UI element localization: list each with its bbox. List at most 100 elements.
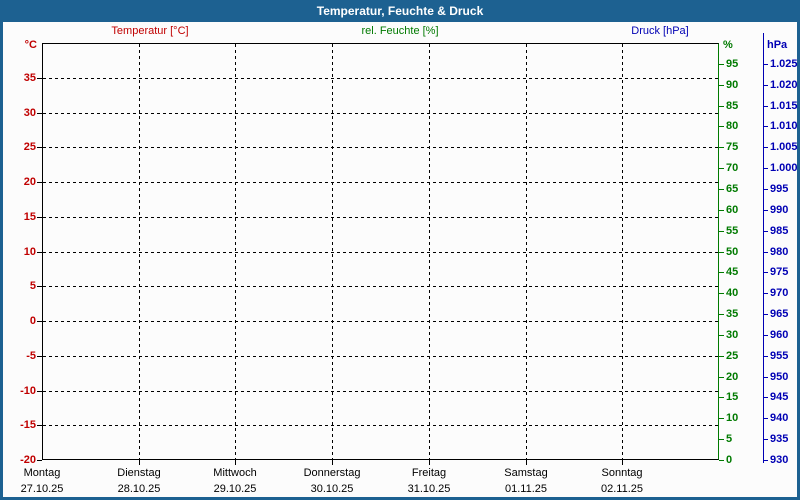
temperature-tick-label: 30: [23, 107, 36, 119]
pressure-tick-label: 1.000: [770, 162, 798, 174]
day-date-label: 01.11.25: [504, 483, 547, 495]
pressure-tick-label: 990: [770, 204, 789, 216]
day-date-label: 28.10.25: [117, 483, 161, 495]
pressure-tick-label: 970: [770, 287, 789, 299]
pressure-tick-label: 1.025: [770, 58, 798, 70]
temperature-tick-label: 0: [29, 315, 36, 327]
temperature-tick-label: -20: [20, 454, 36, 466]
temperature-tick-label: 25: [23, 141, 36, 153]
grid-vline: [235, 44, 236, 459]
day-boundary-tick: [332, 460, 333, 465]
humidity-tick-label: 35: [726, 308, 739, 320]
pressure-tick-mark: [764, 397, 768, 398]
humidity-tick-label: 55: [726, 225, 739, 237]
temperature-tick-label: 15: [23, 211, 36, 223]
pressure-tick-mark: [764, 314, 768, 315]
humidity-tick-label: 45: [726, 266, 739, 278]
grid-vline: [429, 44, 430, 459]
grid-hline: [43, 182, 718, 183]
day-date-label: 31.10.25: [407, 483, 451, 495]
day-name-label: Sonntag: [601, 467, 643, 479]
humidity-tick-mark: [719, 439, 724, 440]
grid-hline: [43, 356, 718, 357]
humidity-tick-mark: [719, 272, 724, 273]
humidity-tick-label: 40: [726, 287, 739, 299]
temperature-tick-mark: [37, 252, 42, 253]
humidity-tick-mark: [719, 106, 724, 107]
grid-hline: [43, 286, 718, 287]
day-boundary-tick: [235, 460, 236, 465]
day-date-label: 30.10.25: [310, 483, 354, 495]
pressure-tick-mark: [764, 147, 768, 148]
humidity-axis-unit: %: [723, 39, 733, 51]
humidity-tick-label: 75: [726, 141, 739, 153]
pressure-tick-mark: [764, 252, 768, 253]
humidity-tick-label: 5: [726, 433, 733, 445]
grid-hline: [43, 321, 718, 322]
grid-vline: [622, 44, 623, 459]
day-name-label: Dienstag: [117, 467, 161, 479]
day-boundary-tick: [429, 460, 430, 465]
pressure-tick-mark: [764, 272, 768, 273]
humidity-tick-mark: [719, 293, 724, 294]
temperature-tick-mark: [37, 113, 42, 114]
humidity-tick-mark: [719, 356, 724, 357]
temperature-tick-label: -15: [20, 419, 36, 431]
temperature-axis-unit: °C: [24, 39, 37, 51]
pressure-tick-mark: [764, 356, 768, 357]
humidity-tick-label: 15: [726, 391, 739, 403]
humidity-tick-mark: [719, 64, 724, 65]
humidity-tick-label: 25: [726, 350, 739, 362]
temperature-tick-mark: [37, 147, 42, 148]
grid-vline: [139, 44, 140, 459]
humidity-tick-mark: [719, 147, 724, 148]
temperature-tick-mark: [37, 217, 42, 218]
pressure-tick-mark: [764, 85, 768, 86]
pressure-tick-label: 980: [770, 246, 789, 258]
app-window: Temperatur, Feuchte & Druck Temperatur […: [0, 0, 800, 500]
pressure-tick-label: 940: [770, 412, 789, 424]
humidity-tick-mark: [719, 168, 724, 169]
pressure-tick-mark: [764, 418, 768, 419]
pressure-tick-label: 975: [770, 266, 789, 278]
humidity-tick-mark: [719, 252, 724, 253]
day-boundary-tick: [526, 460, 527, 465]
temperature-tick-label: -10: [20, 385, 36, 397]
pressure-tick-mark: [764, 293, 768, 294]
humidity-tick-label: 65: [726, 183, 739, 195]
pressure-tick-label: 1.015: [770, 100, 798, 112]
legend-humidity: rel. Feuchte [%]: [361, 25, 439, 37]
pressure-tick-label: 1.020: [770, 79, 798, 91]
day-date-label: 02.11.25: [600, 483, 643, 495]
humidity-tick-mark: [719, 85, 724, 86]
temperature-tick-label: 20: [23, 176, 36, 188]
humidity-tick-mark: [719, 189, 724, 190]
humidity-tick-label: 60: [726, 204, 739, 216]
pressure-tick-label: 955: [770, 350, 789, 362]
pressure-axis-unit: hPa: [767, 39, 788, 51]
day-name-label: Freitag: [411, 467, 447, 479]
temperature-tick-label: 35: [23, 72, 36, 84]
temperature-tick-label: 5: [29, 280, 36, 292]
pressure-tick-mark: [764, 460, 768, 461]
temperature-tick-mark: [37, 286, 42, 287]
humidity-tick-label: 10: [726, 412, 739, 424]
window-title-text: Temperatur, Feuchte & Druck: [316, 4, 484, 18]
pressure-tick-label: 1.005: [770, 141, 798, 153]
pressure-tick-mark: [764, 189, 768, 190]
humidity-tick-label: 70: [726, 162, 739, 174]
day-name-label: Montag: [23, 467, 61, 479]
temperature-tick-mark: [37, 425, 42, 426]
temperature-tick-mark: [37, 182, 42, 183]
temperature-tick-mark: [37, 356, 42, 357]
humidity-tick-mark: [719, 126, 724, 127]
humidity-tick-mark: [719, 335, 724, 336]
grid-vline: [526, 44, 527, 459]
temperature-tick-label: 10: [23, 246, 36, 258]
humidity-tick-mark: [719, 314, 724, 315]
temperature-tick-mark: [37, 78, 42, 79]
temperature-tick-label: -5: [26, 350, 36, 362]
pressure-tick-mark: [764, 106, 768, 107]
grid-hline: [43, 391, 718, 392]
humidity-tick-mark: [719, 231, 724, 232]
